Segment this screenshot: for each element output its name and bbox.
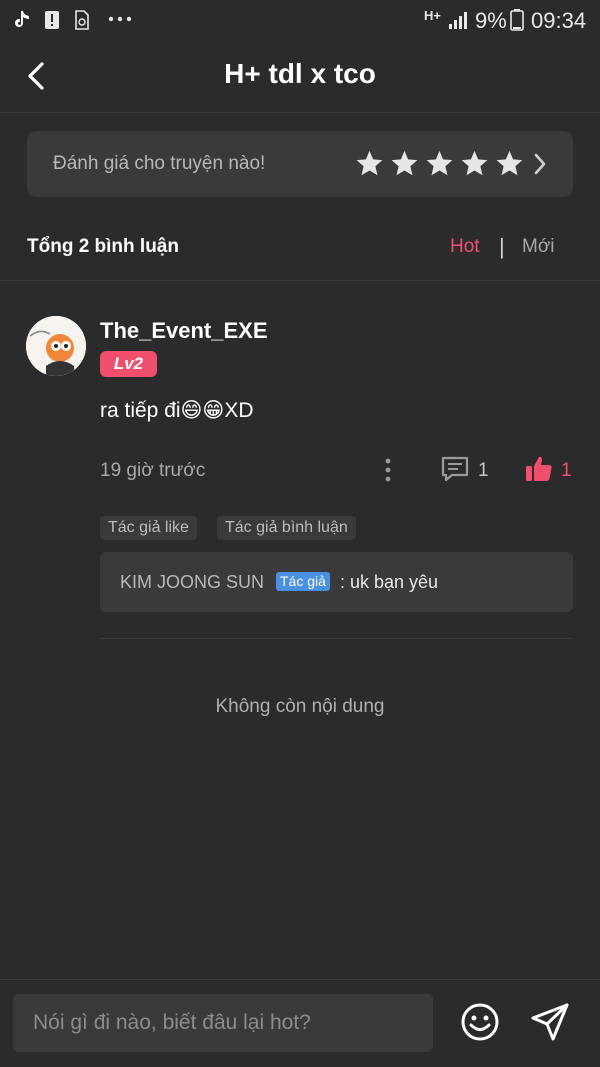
alert-icon [45,11,59,29]
status-bar: H+ 9% 09:34 [0,0,600,40]
thumbs-up-icon [526,456,552,481]
sort-new-tab[interactable]: Mới [522,236,555,258]
comment-divider [100,638,573,639]
reply-text: : uk bạn yêu [340,572,439,592]
tiktok-icon [15,11,29,27]
more-options-button[interactable] [378,456,398,484]
like-button[interactable] [525,455,553,483]
like-count: 1 [561,460,572,481]
author-badge: Tác giả [276,572,330,591]
author-reply-tag: Tác giả bình luận [217,516,356,540]
username[interactable]: The_Event_EXE [100,318,268,344]
rating-prompt: Đánh giá cho truyện nào! [53,153,266,174]
clock: 09:34 [531,8,587,33]
page-title: H+ tdl x tco [224,58,376,89]
avatar-image [26,316,86,376]
sort-separator: | [499,234,505,259]
vertical-dots-icon [385,458,391,482]
avatar[interactable] [26,316,86,376]
reply-author[interactable]: KIM JOONG SUN [120,572,264,593]
battery-percent: 9% [475,8,507,33]
star-icon[interactable] [354,149,385,179]
chevron-right-icon [534,153,546,175]
emoji-button[interactable] [459,1001,501,1043]
comment-total: Tổng 2 bình luận [27,236,179,257]
end-of-content: Không còn nội dung [215,696,385,717]
star-icon[interactable] [424,149,455,179]
comment-time: 19 giờ trước [100,460,206,481]
star-icon[interactable] [494,149,525,179]
comment-text: ra tiếp đi😄😁XD [100,399,254,422]
header-divider [0,112,600,113]
sim-icon [75,10,89,30]
star-icon[interactable] [459,149,490,179]
rating-card[interactable]: Đánh giá cho truyện nào! [27,131,573,197]
comment-icon [441,456,469,482]
star-icon[interactable] [389,149,420,179]
author-like-tag: Tác giả like [100,516,197,540]
sort-hot-tab[interactable]: Hot [450,236,480,258]
author-reply[interactable]: KIM JOONG SUN Tác giả : uk bạn yêu [100,552,573,612]
reply-count: 1 [478,460,489,481]
more-icon [108,16,132,22]
level-badge: Lv2 [100,351,157,377]
battery-icon [510,9,524,31]
comment-input[interactable] [13,994,433,1052]
summary-divider [0,280,600,281]
smiley-icon [461,1003,499,1041]
star-rating[interactable] [350,149,547,179]
send-button[interactable] [529,1001,571,1043]
signal-icon [449,12,467,29]
send-icon [531,1003,569,1041]
network-type: H+ [424,8,441,23]
reply-button[interactable] [440,455,470,483]
input-divider [0,979,600,980]
